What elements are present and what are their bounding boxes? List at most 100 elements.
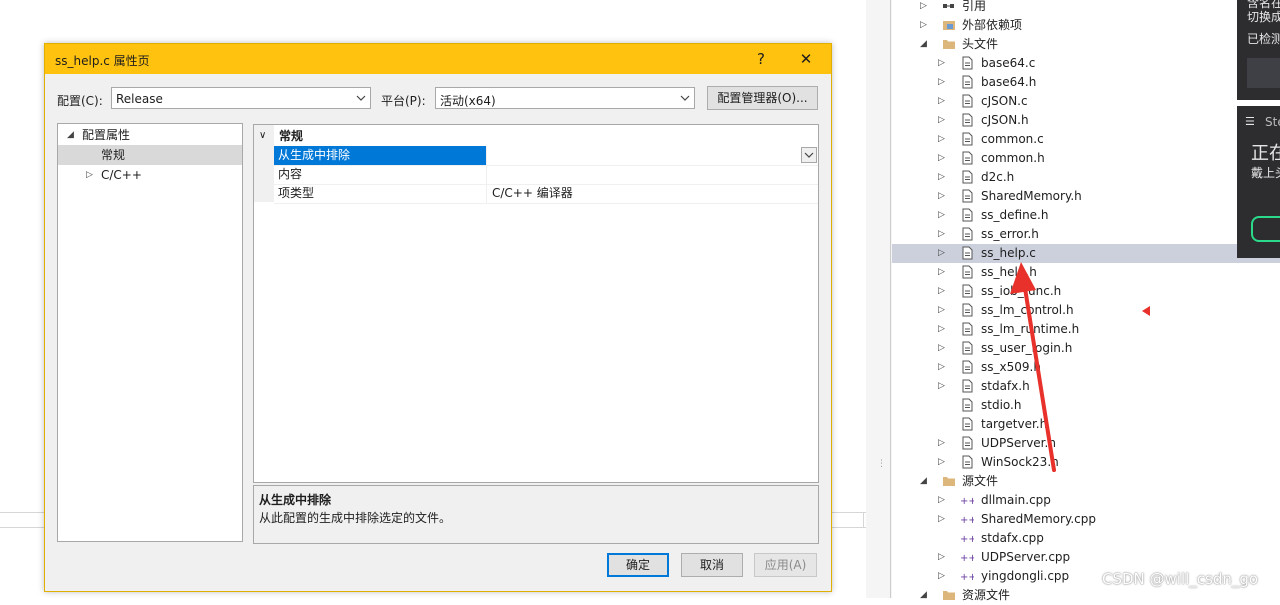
property-value[interactable]: C/C++ 编译器 xyxy=(488,184,573,203)
tree-file-item[interactable]: ▷ ss_define.h xyxy=(892,206,1280,225)
tree-item-cpp[interactable]: ▷ C/C++ xyxy=(58,165,242,185)
notification-button[interactable] xyxy=(1247,58,1280,88)
tree-file-item[interactable]: ▷ ss_x509.h xyxy=(892,358,1280,377)
expand-icon[interactable]: ▷ xyxy=(938,434,945,453)
tree-item-general[interactable]: 常规 xyxy=(58,145,242,165)
notification-panel-top[interactable]: 含名在 切换成 已检测 xyxy=(1237,0,1280,100)
notification-panel-bottom[interactable]: ☰ Ste 正在 戴上头 xyxy=(1237,106,1280,258)
cancel-button[interactable]: 取消 xyxy=(681,553,743,577)
tree-file-item[interactable]: targetver.h xyxy=(892,415,1280,434)
tree-file-item[interactable]: ▷ SharedMemory.h xyxy=(892,187,1280,206)
expand-icon[interactable]: ▷ xyxy=(938,130,945,149)
property-value[interactable] xyxy=(488,165,492,184)
tree-file-item[interactable]: ▷ ss_help.c xyxy=(892,244,1280,263)
expand-icon[interactable]: ▷ xyxy=(938,263,945,282)
tree-file-item[interactable]: ▷ common.c xyxy=(892,130,1280,149)
help-button[interactable]: ? xyxy=(741,44,781,74)
property-grid: ∨ 常规 从生成中排除 内容 项类型 C/C++ 编译器 xyxy=(253,124,819,483)
tree-file-item[interactable]: ▷ stdafx.h xyxy=(892,377,1280,396)
collapse-icon[interactable]: ◢ xyxy=(920,586,927,605)
config-combo[interactable]: Release xyxy=(111,87,371,109)
tree-file-item[interactable]: ▷ ss_error.h xyxy=(892,225,1280,244)
expand-icon[interactable]: ▷ xyxy=(938,54,945,73)
expand-icon[interactable]: ▷ xyxy=(938,187,945,206)
expand-icon[interactable]: ▷ xyxy=(920,16,927,35)
expand-icon[interactable]: ▷ xyxy=(938,453,945,472)
expand-icon[interactable]: ▷ xyxy=(938,510,945,529)
expand-icon[interactable]: ▷ xyxy=(920,0,927,16)
expand-icon[interactable]: ▷ xyxy=(938,377,945,396)
expand-icon[interactable]: ▷ xyxy=(938,320,945,339)
config-value: Release xyxy=(116,92,163,106)
notification-action-button[interactable] xyxy=(1251,216,1280,242)
panel-splitter[interactable] xyxy=(866,0,892,598)
tree-folder-references[interactable]: ▷ 引用 xyxy=(892,0,1280,16)
tree-file-item[interactable]: ▷ cJSON.c xyxy=(892,92,1280,111)
tree-file-item[interactable]: ▷ cJSON.h xyxy=(892,111,1280,130)
expand-icon[interactable]: ▷ xyxy=(938,225,945,244)
expand-icon[interactable]: ▷ xyxy=(938,244,945,263)
apply-button[interactable]: 应用(A) xyxy=(754,553,817,577)
platform-combo[interactable]: 活动(x64) xyxy=(435,87,695,109)
tree-file-item[interactable]: ▷ss_lm_runtime.h xyxy=(892,320,1280,339)
property-dropdown[interactable] xyxy=(801,147,817,163)
tree-folder-resources[interactable]: ◢ 资源文件 xyxy=(892,586,1280,605)
tree-item-config-properties[interactable]: ◢ 配置属性 xyxy=(58,125,242,145)
marker-icon xyxy=(1142,306,1150,316)
expand-icon[interactable]: ▷ xyxy=(938,491,945,510)
collapse-icon[interactable]: ◢ xyxy=(920,472,927,491)
collapse-icon[interactable]: ∨ xyxy=(259,127,266,145)
notification-text: 切换成 xyxy=(1247,10,1280,24)
ok-button[interactable]: 确定 xyxy=(607,553,669,577)
tree-file-item[interactable]: ▷ base64.h xyxy=(892,73,1280,92)
tree-folder-external-deps[interactable]: ▷ 外部依赖项 xyxy=(892,16,1280,35)
category-row-general[interactable]: ∨ 常规 xyxy=(254,127,818,145)
expand-icon[interactable]: ▷ xyxy=(938,548,945,567)
property-row[interactable]: 从生成中排除 xyxy=(274,146,818,166)
tree-file-item[interactable]: ▷ common.h xyxy=(892,149,1280,168)
expand-icon[interactable]: ▷ xyxy=(938,92,945,111)
tree-file-item[interactable]: ▷ ++ SharedMemory.cpp xyxy=(892,510,1280,529)
tree-file-item[interactable]: ▷ d2c.h xyxy=(892,168,1280,187)
tree-item-label: SharedMemory.h xyxy=(981,189,1082,203)
expand-icon[interactable]: ▷ xyxy=(86,165,96,185)
property-row[interactable]: 项类型 C/C++ 编译器 xyxy=(274,184,818,204)
close-button[interactable]: ✕ xyxy=(786,44,826,74)
tree-item-label: d2c.h xyxy=(981,170,1015,184)
tree-file-item[interactable]: ++ stdafx.cpp xyxy=(892,529,1280,548)
tree-file-item[interactable]: ▷ss_iob_func.h xyxy=(892,282,1280,301)
tree-file-item[interactable]: ▷ ss_help.h xyxy=(892,263,1280,282)
collapse-icon[interactable]: ◢ xyxy=(67,125,77,145)
chevron-down-icon xyxy=(680,95,690,101)
cpp-file-icon: ++ xyxy=(960,515,974,526)
splitter-grip[interactable]: ⋮ xyxy=(877,460,886,469)
tree-item-label: 源文件 xyxy=(962,474,999,488)
tree-file-item[interactable]: ▷ ss_user_login.h xyxy=(892,339,1280,358)
tree-file-item[interactable]: ▷ ++ dllmain.cpp xyxy=(892,491,1280,510)
tree-file-item[interactable]: ▷ ++ UDPServer.cpp xyxy=(892,548,1280,567)
config-manager-button[interactable]: 配置管理器(O)... xyxy=(707,86,818,110)
collapse-icon[interactable]: ◢ xyxy=(920,35,927,54)
tree-folder-headers[interactable]: ◢ 头文件 xyxy=(892,35,1280,54)
expand-icon[interactable]: ▷ xyxy=(938,339,945,358)
tree-file-item[interactable]: ▷ UDPServer.h xyxy=(892,434,1280,453)
expand-icon[interactable]: ▷ xyxy=(938,73,945,92)
tree-file-item[interactable]: ▷ss_lm_control.h xyxy=(892,301,1280,320)
expand-icon[interactable]: ▷ xyxy=(938,282,945,301)
property-value[interactable] xyxy=(488,146,492,165)
expand-icon[interactable]: ▷ xyxy=(938,206,945,225)
tree-folder-sources[interactable]: ◢ 源文件 xyxy=(892,472,1280,491)
expand-icon[interactable]: ▷ xyxy=(938,168,945,187)
file-icon xyxy=(962,341,973,355)
property-row[interactable]: 内容 xyxy=(274,165,818,185)
tree-file-item[interactable]: stdio.h xyxy=(892,396,1280,415)
file-icon xyxy=(962,398,973,412)
tree-file-item[interactable]: ▷ WinSock23.h xyxy=(892,453,1280,472)
tree-item-label: cJSON.c xyxy=(981,94,1028,108)
expand-icon[interactable]: ▷ xyxy=(938,567,945,586)
expand-icon[interactable]: ▷ xyxy=(938,149,945,168)
tree-file-item[interactable]: ▷ base64.c xyxy=(892,54,1280,73)
expand-icon[interactable]: ▷ xyxy=(938,111,945,130)
expand-icon[interactable]: ▷ xyxy=(938,358,945,377)
expand-icon[interactable]: ▷ xyxy=(938,301,945,320)
